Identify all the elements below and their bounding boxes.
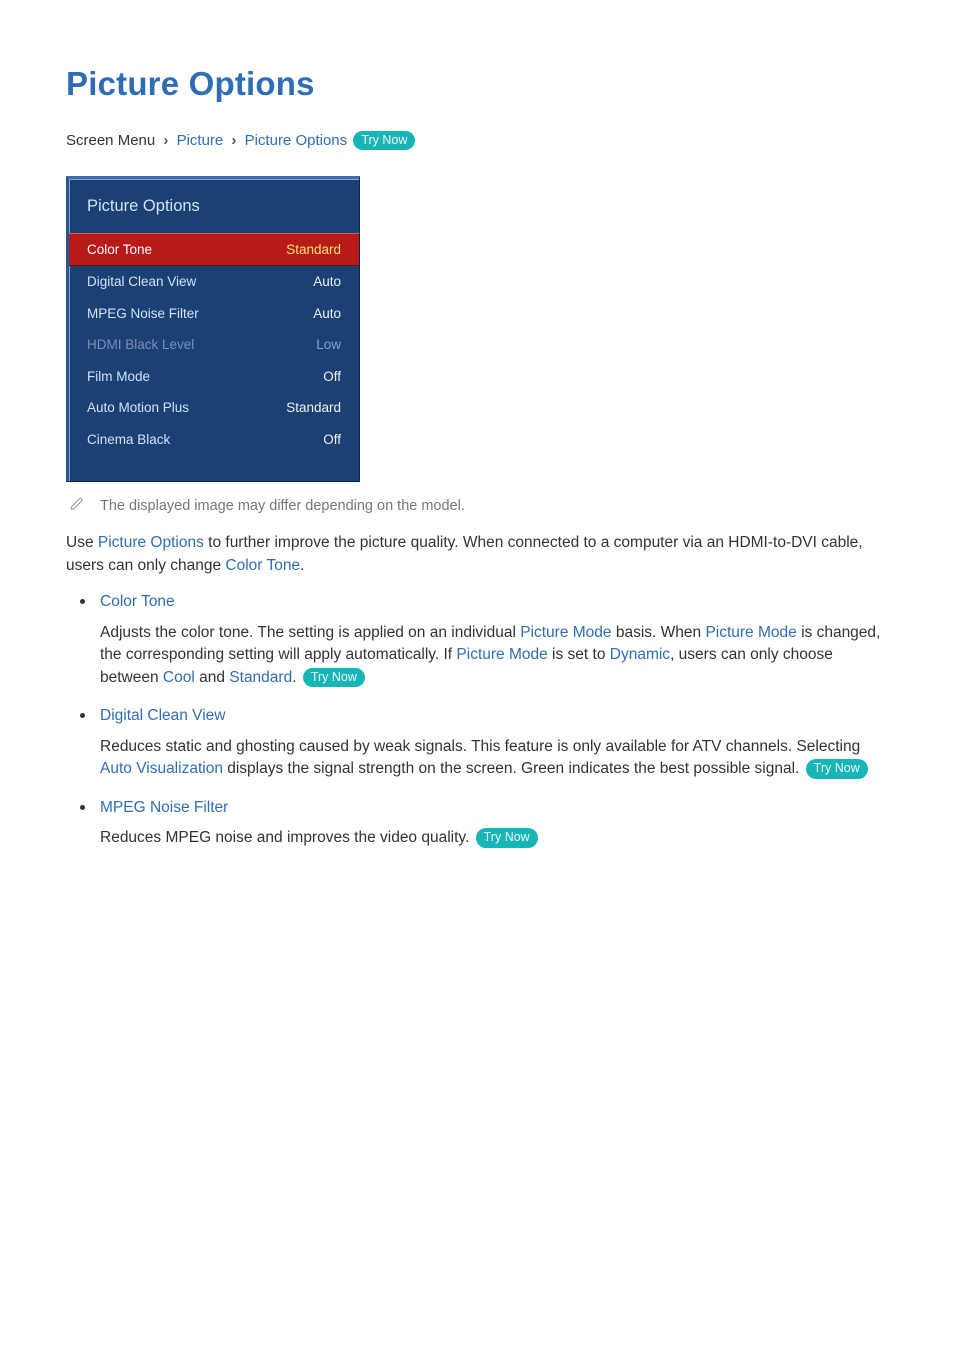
menu-row-mpeg-noise-filter[interactable]: MPEG Noise Filter Auto <box>69 298 359 330</box>
text: and <box>195 669 229 686</box>
menu-row-value: Off <box>323 367 341 387</box>
feature-item-digital-clean-view: Digital Clean View Reduces static and gh… <box>66 705 888 780</box>
breadcrumb-root: Screen Menu <box>66 132 155 149</box>
keyword: Auto Visualization <box>100 760 223 777</box>
feature-item-color-tone: Color Tone Adjusts the color tone. The s… <box>66 591 888 689</box>
menu-row-value: Low <box>316 335 341 355</box>
text: Reduces MPEG noise and improves the vide… <box>100 829 474 846</box>
menu-row-label: Film Mode <box>87 367 150 387</box>
menu-row-color-tone[interactable]: Color Tone Standard <box>69 233 359 267</box>
menu-row-cinema-black[interactable]: Cinema Black Off <box>69 424 359 456</box>
intro-text: . <box>300 557 304 574</box>
text: displays the signal strength on the scre… <box>223 760 804 777</box>
menu-row-film-mode[interactable]: Film Mode Off <box>69 361 359 393</box>
chevron-right-icon: › <box>163 130 168 152</box>
menu-row-value: Standard <box>286 240 341 260</box>
keyword: Picture Mode <box>456 646 547 663</box>
text: . <box>292 669 301 686</box>
keyword: Picture Mode <box>520 624 611 641</box>
menu-panel-header: Picture Options <box>69 179 359 233</box>
keyword-color-tone: Color Tone <box>225 557 300 574</box>
feature-title: Digital Clean View <box>100 705 888 727</box>
keyword: Dynamic <box>610 646 670 663</box>
menu-row-value: Standard <box>286 398 341 418</box>
menu-panel: Picture Options Color Tone Standard Digi… <box>66 176 360 483</box>
feature-description: Adjusts the color tone. The setting is a… <box>100 622 888 689</box>
text: is set to <box>548 646 610 663</box>
intro-text: Use <box>66 534 98 551</box>
feature-item-mpeg-noise-filter: MPEG Noise Filter Reduces MPEG noise and… <box>66 797 888 850</box>
keyword-picture-options: Picture Options <box>98 534 204 551</box>
feature-description: Reduces static and ghosting caused by we… <box>100 736 888 781</box>
menu-row-label: Cinema Black <box>87 430 170 450</box>
breadcrumb-level2: Picture Options <box>245 132 348 149</box>
try-now-button[interactable]: Try Now <box>303 668 365 688</box>
note-text: The displayed image may differ depending… <box>100 496 465 517</box>
breadcrumb-level1: Picture <box>177 132 224 149</box>
menu-row-value: Off <box>323 430 341 450</box>
keyword: Standard <box>229 669 292 686</box>
menu-row-label: Auto Motion Plus <box>87 398 189 418</box>
page-title: Picture Options <box>66 60 888 108</box>
try-now-button[interactable]: Try Now <box>353 131 415 151</box>
keyword: Cool <box>163 669 195 686</box>
try-now-button[interactable]: Try Now <box>806 759 868 779</box>
chevron-right-icon: › <box>231 130 236 152</box>
menu-row-label: Color Tone <box>87 240 152 260</box>
menu-row-value: Auto <box>313 272 341 292</box>
breadcrumb: Screen Menu › Picture › Picture Options … <box>66 130 888 152</box>
text: basis. When <box>612 624 706 641</box>
text: Adjusts the color tone. The setting is a… <box>100 624 520 641</box>
menu-row-value: Auto <box>313 304 341 324</box>
menu-row-digital-clean-view[interactable]: Digital Clean View Auto <box>69 266 359 298</box>
keyword: Picture Mode <box>705 624 796 641</box>
menu-row-label: MPEG Noise Filter <box>87 304 199 324</box>
menu-row-label: HDMI Black Level <box>87 335 194 355</box>
feature-title: MPEG Noise Filter <box>100 797 888 819</box>
menu-row-hdmi-black-level: HDMI Black Level Low <box>69 329 359 361</box>
menu-row-auto-motion-plus[interactable]: Auto Motion Plus Standard <box>69 392 359 424</box>
pencil-icon <box>70 497 84 518</box>
feature-description: Reduces MPEG noise and improves the vide… <box>100 827 888 849</box>
intro-paragraph: Use Picture Options to further improve t… <box>66 532 888 577</box>
menu-row-label: Digital Clean View <box>87 272 196 292</box>
try-now-button[interactable]: Try Now <box>476 828 538 848</box>
feature-title: Color Tone <box>100 591 888 613</box>
text: Reduces static and ghosting caused by we… <box>100 738 860 755</box>
